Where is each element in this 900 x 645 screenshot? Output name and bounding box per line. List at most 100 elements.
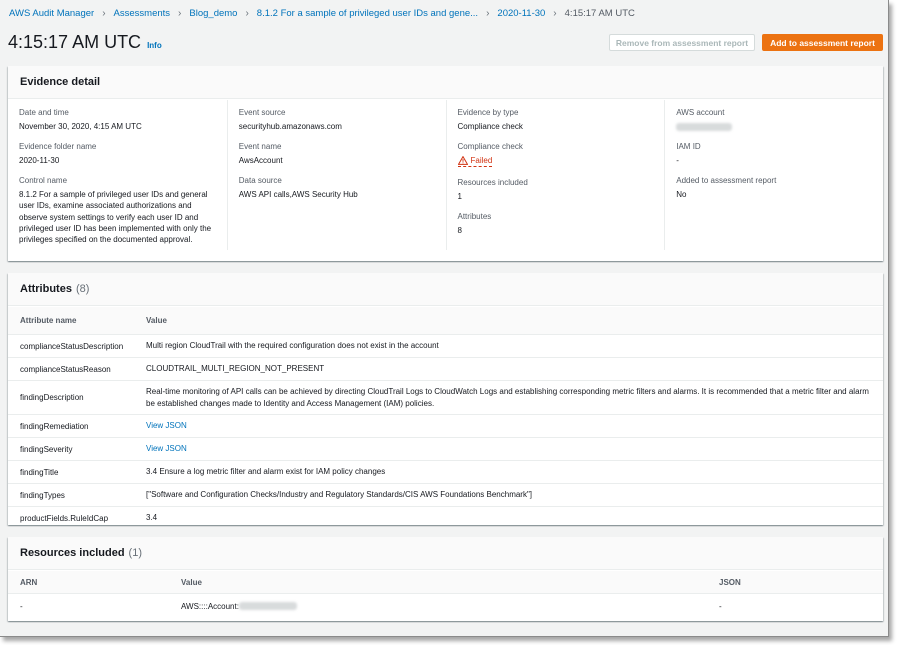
attribute-value: 3.4 [146,513,158,523]
resources-table: ARN Value JSON - AWS::::Account: - [8,571,883,618]
folder-value: 2020-11-30 [19,156,60,165]
redacted-account-id [676,122,733,131]
data-source-label: Data source [238,176,282,185]
chevron-right-icon: › [245,7,249,19]
breadcrumb: AWS Audit Manager › Assessments › Blog_d… [9,6,635,20]
iam-id-label: IAM ID [676,142,701,151]
chevron-right-icon: › [486,7,490,19]
attribute-name: findingSeverity [20,444,73,454]
breadcrumb-audit-manager[interactable]: AWS Audit Manager [9,8,94,19]
table-row: productFields.RuleIdCap 3.4 [8,507,883,529]
date-label: Date and time [19,108,69,117]
attribute-name: findingRemediation [20,421,89,431]
event-name-value: AwsAccount [238,156,283,165]
event-source-value: securityhub.amazonaws.com [238,122,342,131]
resources-title: Resources included [20,547,125,559]
table-row: findingDescription Real-time monitoring … [8,381,883,415]
attribute-name: complianceStatusReason [20,364,111,374]
added-to-report-label: Added to assessment report [676,176,777,185]
data-source-value: AWS API calls,AWS Security Hub [238,190,358,199]
iam-id-value: - [676,156,679,165]
evidence-detail-header: Evidence detail [8,66,883,99]
breadcrumb-assessments[interactable]: Assessments [114,8,171,19]
page-title-text: 4:15:17 AM UTC [8,32,142,52]
resources-table-header: ARN Value JSON [8,571,883,594]
breadcrumb-control[interactable]: 8.1.2 For a sample of privileged user ID… [257,8,478,19]
table-row: findingRemediation View JSON [8,415,883,438]
evidence-detail-title: Evidence detail [20,76,101,88]
control-label: Control name [19,176,68,185]
view-json-link[interactable]: View JSON [146,421,187,430]
attributes-count-value: 8 [457,226,462,235]
evidence-type-label: Evidence by type [457,108,519,117]
attribute-name: findingDescription [20,393,84,402]
aws-account-label: AWS account [676,108,725,117]
compliance-check-value: Failed [457,155,655,168]
info-link[interactable]: Info [147,41,162,50]
added-to-report-value: No [676,190,687,199]
resources-header: Resources included (1) [8,537,883,570]
attributes-panel: Attributes (8) Attribute name Value comp… [8,273,883,525]
compliance-check-label: Compliance check [457,142,523,151]
app-window: AWS Audit Manager › Assessments › Blog_d… [0,0,889,637]
attributes-table-header: Attribute name Value [8,307,883,335]
attributes-count-label: Attributes [457,212,492,221]
date-value: November 30, 2020, 4:15 AM UTC [19,122,142,131]
page-title: 4:15:17 AM UTC Info [8,32,162,53]
table-row: findingSeverity View JSON [8,438,883,461]
evidence-type-value: Compliance check [457,122,523,131]
attribute-name: complianceStatusDescription [20,341,124,351]
column-header-json: JSON [719,577,741,587]
redacted-account-id [238,602,297,611]
attributes-table: Attribute name Value complianceStatusDes… [8,307,883,529]
table-row: findingTypes ["Software and Configuratio… [8,484,883,507]
compliance-status-text: Failed [470,156,493,165]
table-row: findingTitle 3.4 Ensure a log metric fil… [8,461,883,484]
attribute-value: ["Software and Configuration Checks/Indu… [146,490,533,500]
column-header-value: Value [146,315,167,325]
resources-included-label: Resources included [457,178,528,187]
resource-json: - [719,601,722,611]
resource-arn: - [20,601,23,611]
evidence-column-2: Event source securityhub.amazonaws.com E… [226,100,446,250]
resource-value: AWS::::Account: [181,602,719,611]
table-row: complianceStatusDescription Multi region… [8,335,883,358]
attribute-value: CLOUDTRAIL_MULTI_REGION_NOT_PRESENT [146,364,325,374]
remove-from-report-button[interactable]: Remove from assessment report [609,34,755,51]
attributes-title: Attributes [20,283,72,295]
evidence-column-4: AWS account IAM ID - Added to assessment… [664,100,883,250]
table-row: - AWS::::Account: - [8,594,883,618]
evidence-column-3: Evidence by type Compliance check Compli… [445,100,665,250]
attribute-value: 3.4 Ensure a log metric filter and alarm… [146,467,386,477]
view-json-link[interactable]: View JSON [146,444,187,453]
column-header-attribute-name: Attribute name [20,316,77,325]
folder-label: Evidence folder name [19,142,97,151]
event-name-label: Event name [238,142,282,151]
breadcrumb-current: 4:15:17 AM UTC [564,7,635,19]
attribute-value: Multi region CloudTrail with the require… [146,341,439,351]
attribute-name: productFields.RuleIdCap [20,513,109,523]
evidence-column-1: Date and time November 30, 2020, 4:15 AM… [8,100,227,250]
attributes-count: (8) [75,283,90,295]
column-header-arn: ARN [20,577,38,587]
attributes-header: Attributes (8) [8,273,883,306]
resource-value-text: AWS::::Account: [181,601,239,611]
add-to-report-button[interactable]: Add to assessment report [762,34,883,51]
resources-included-value: 1 [457,192,462,201]
column-header-value: Value [181,577,202,587]
warning-icon [457,156,468,165]
compliance-status[interactable]: Failed [457,155,493,167]
breadcrumb-folder[interactable]: 2020-11-30 [497,8,545,19]
chevron-right-icon: › [553,7,557,19]
aws-account-value [676,121,873,132]
attribute-name: findingTitle [20,467,59,477]
attribute-value: Real-time monitoring of API calls can be… [146,387,869,408]
attribute-name: findingTypes [20,490,65,500]
evidence-detail-panel: Evidence detail Date and time November 3… [8,66,883,261]
chevron-right-icon: › [178,7,182,19]
resources-panel: Resources included (1) ARN Value JSON - … [8,537,883,621]
breadcrumb-blog-demo[interactable]: Blog_demo [189,8,237,19]
event-source-label: Event source [238,108,286,117]
resources-count: (1) [128,547,142,559]
table-row: complianceStatusReason CLOUDTRAIL_MULTI_… [8,358,883,381]
